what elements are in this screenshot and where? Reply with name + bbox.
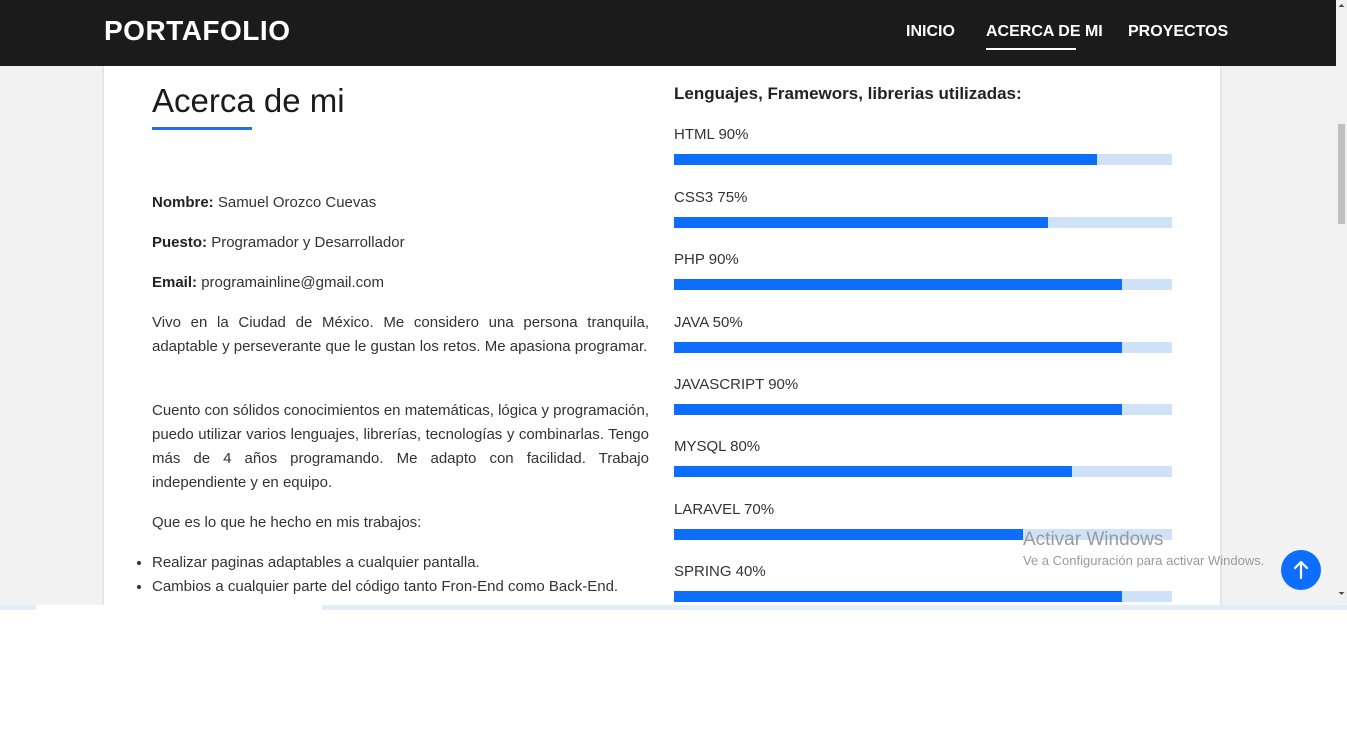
skill-bar-html xyxy=(674,154,1172,165)
info-email: Email: programainline@gmail.com xyxy=(152,271,384,295)
active-nav-indicator xyxy=(986,48,1076,50)
about-paragraph-1: Vivo en la Ciudad de México. Me consider… xyxy=(152,314,649,355)
scroll-up-arrow-icon[interactable] xyxy=(1338,2,1345,9)
skill-label-spring: SPRING 40% xyxy=(674,563,766,580)
skill-bar-java xyxy=(674,342,1172,353)
skill-bar-fill xyxy=(674,154,1098,165)
list-item: Cambios a cualquier parte del código tan… xyxy=(152,575,618,599)
skill-bar-fill xyxy=(674,279,1123,290)
vertical-scrollbar[interactable] xyxy=(1336,0,1347,605)
nav-link-inicio[interactable]: INICIO xyxy=(906,23,955,41)
title-underline xyxy=(152,127,252,130)
info-position: Puesto: Programador y Desarrollador xyxy=(152,231,405,255)
skill-bar-css3 xyxy=(674,217,1172,228)
skill-label-java: JAVA 50% xyxy=(674,314,743,331)
navbar: PORTAFOLIO INICIO ACERCA DE MI PROYECTOS xyxy=(0,0,1336,66)
info-email-label: Email: xyxy=(152,274,198,291)
info-name: Nombre: Samuel Orozco Cuevas xyxy=(152,191,376,215)
skill-bar-spring xyxy=(674,591,1172,602)
skill-label-php: PHP 90% xyxy=(674,251,739,268)
skill-bar-mysql xyxy=(674,466,1172,477)
brand-logo[interactable]: PORTAFOLIO xyxy=(104,15,290,47)
info-email-value: programainline@gmail.com xyxy=(201,274,384,291)
windows-activation-subtitle: Ve a Configuración para activar Windows. xyxy=(1023,553,1265,568)
skill-label-mysql: MYSQL 80% xyxy=(674,438,761,455)
page-viewport: PORTAFOLIO INICIO ACERCA DE MI PROYECTOS… xyxy=(0,0,1336,605)
scroll-to-top-button[interactable] xyxy=(1281,550,1321,590)
skill-bar-fill xyxy=(674,529,1023,540)
skill-bar-fill xyxy=(674,217,1048,228)
info-name-value: Samuel Orozco Cuevas xyxy=(217,194,377,211)
nav-link-acerca-label: ACERCA DE MI xyxy=(986,23,1103,40)
skill-label-laravel: LARAVEL 70% xyxy=(674,501,775,518)
skill-label-html: HTML 90% xyxy=(674,126,749,143)
info-position-label: Puesto: xyxy=(152,234,208,251)
info-position-value: Programador y Desarrollador xyxy=(211,234,405,251)
skill-bar-fill xyxy=(674,404,1123,415)
nav-link-acerca[interactable]: ACERCA DE MI xyxy=(986,23,1103,50)
skill-label-css3: CSS3 75% xyxy=(674,189,748,206)
skill-bar-fill xyxy=(674,342,1123,353)
skills-heading: Lenguajes, Framewors, librerias utilizad… xyxy=(674,84,1022,103)
windows-activation-title: Activar Windows xyxy=(1023,529,1164,550)
about-paragraph-2: Cuento con sólidos conocimientos en mate… xyxy=(152,402,649,491)
scroll-down-arrow-icon[interactable] xyxy=(1338,590,1345,597)
nav-link-proyectos[interactable]: PROYECTOS xyxy=(1128,23,1228,41)
arrow-up-icon xyxy=(1293,560,1309,580)
skill-bar-fill xyxy=(674,591,1123,602)
skill-bar-javascript xyxy=(674,404,1172,415)
skill-label-javascript: JAVASCRIPT 90% xyxy=(674,376,799,393)
skill-bar-php xyxy=(674,279,1172,290)
page-title: Acerca de mi xyxy=(152,82,345,119)
list-item: Realizar paginas adaptables a cualquier … xyxy=(152,551,618,575)
work-list: Realizar paginas adaptables a cualquier … xyxy=(133,551,618,599)
info-name-label: Nombre: xyxy=(152,194,214,211)
scrollbar-thumb[interactable] xyxy=(1338,124,1345,224)
bottom-strip-gap xyxy=(36,605,322,610)
about-paragraph-3: Que es lo que he hecho en mis trabajos: xyxy=(152,514,422,531)
skill-bar-fill xyxy=(674,466,1073,477)
